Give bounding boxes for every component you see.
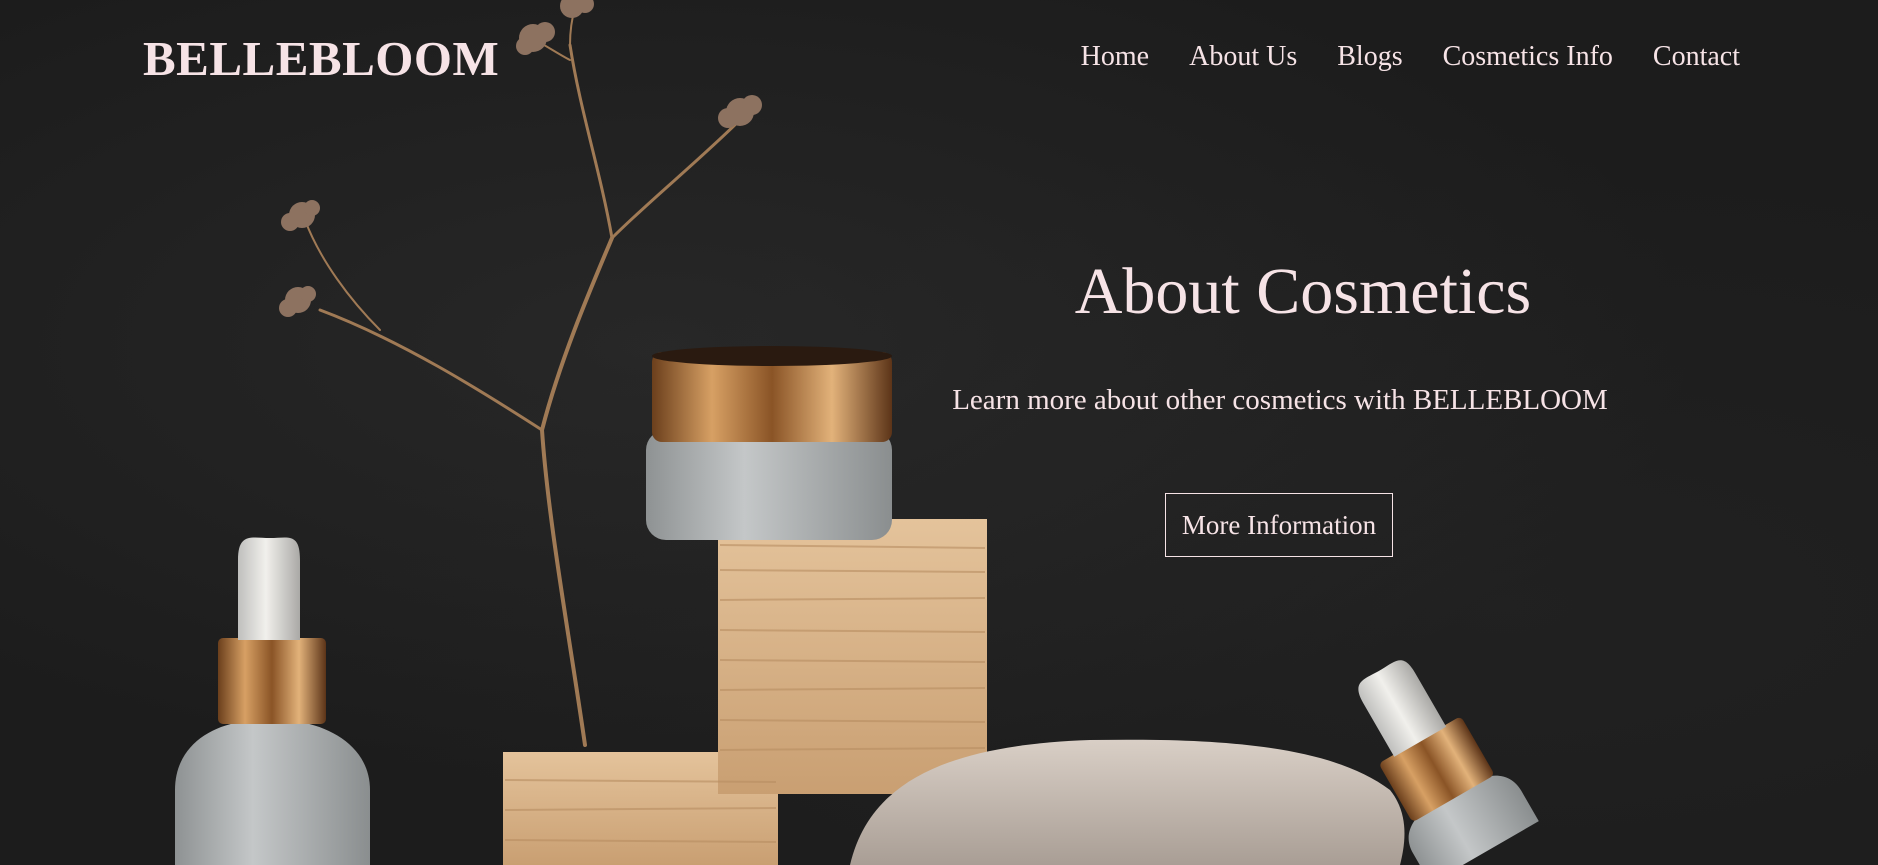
jar-body — [646, 430, 892, 540]
nav-item-home[interactable]: Home — [1081, 40, 1149, 74]
main-nav: Home About Us Blogs Cosmetics Info Conta… — [1081, 40, 1740, 74]
nav-item-blogs[interactable]: Blogs — [1337, 40, 1402, 74]
hero-product-photo — [175, 0, 1539, 865]
hero-subtitle: Learn more about other cosmetics with BE… — [952, 384, 1608, 416]
nav-item-cosmetics-info[interactable]: Cosmetics Info — [1443, 40, 1613, 74]
dropper-bottle-left — [175, 722, 370, 865]
more-information-button[interactable]: More Information — [1165, 493, 1393, 557]
nav-item-about-us[interactable]: About Us — [1189, 40, 1297, 74]
brand-logo[interactable]: BELLEBLOOM — [143, 30, 499, 89]
wood-block-cube — [718, 519, 987, 794]
nav-item-contact[interactable]: Contact — [1653, 40, 1740, 74]
hero-title: About Cosmetics — [1074, 255, 1532, 328]
